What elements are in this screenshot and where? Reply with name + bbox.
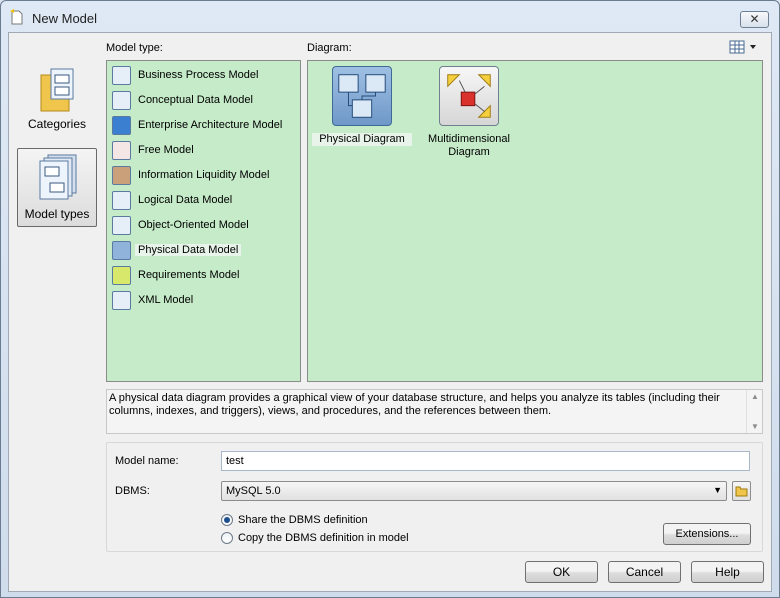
physical-diagram-icon [332,66,392,126]
title-bar[interactable]: New Model ✕ [1,1,779,31]
description-text: A physical data diagram provides a graph… [109,392,720,417]
cancel-button[interactable]: Cancel [608,561,681,583]
view-mode-icon[interactable] [729,39,763,55]
object-oriented-icon [112,216,131,235]
model-type-physical-data[interactable]: Physical Data Model [112,239,297,261]
radio-share-dbms-label: Share the DBMS definition [238,514,368,526]
new-document-icon [10,9,23,25]
diagram-list[interactable]: Physical Diagram Multidimensional Diagra… [307,60,763,382]
diagram-multidimensional[interactable]: Multidimensional Diagram [419,66,519,161]
xml-model-icon [112,291,131,310]
description-scrollbar[interactable]: ▲ ▼ [746,390,762,433]
radio-copy-dbms-label: Copy the DBMS definition in model [238,532,409,544]
model-name-label: Model name: [115,455,179,467]
categories-label: Categories [27,117,87,131]
diagram-physical[interactable]: Physical Diagram [312,66,412,146]
model-type-enterprise-architecture[interactable]: Enterprise Architecture Model [112,114,297,136]
model-type-conceptual-data[interactable]: Conceptual Data Model [112,89,297,111]
description-box: A physical data diagram provides a graph… [106,389,763,434]
physical-data-icon [112,241,131,260]
dialog-body: Categories Model types Model type: Diagr… [8,32,772,592]
dbms-select[interactable]: MySQL 5.0 ▼ [221,481,727,501]
physical-diagram-label: Physical Diagram [312,133,412,146]
dbms-browse-button[interactable] [732,481,751,501]
folder-icon [735,486,748,497]
conceptual-data-icon [112,91,131,110]
radio-copy-dbms-button[interactable] [221,532,233,544]
extensions-button[interactable]: Extensions... [663,523,751,545]
requirements-icon [112,266,131,285]
nav-model-types[interactable]: Model types [17,148,97,227]
model-type-list[interactable]: Business Process Model Conceptual Data M… [106,60,301,382]
free-model-icon [112,141,131,160]
scroll-up-icon[interactable]: ▲ [751,392,759,401]
model-type-xml[interactable]: XML Model [112,289,297,311]
model-type-free[interactable]: Free Model [112,139,297,161]
dbms-selected-value: MySQL 5.0 [226,485,281,497]
model-types-label: Model types [24,207,90,221]
model-type-business-process[interactable]: Business Process Model [112,64,297,86]
ok-button[interactable]: OK [525,561,598,583]
radio-share-dbms-button[interactable] [221,514,233,526]
multidimensional-diagram-label: Multidimensional Diagram [428,133,510,158]
dbms-label: DBMS: [115,485,150,497]
nav-categories[interactable]: Categories [17,63,97,137]
window-title: New Model [32,11,98,26]
model-type-object-oriented[interactable]: Object-Oriented Model [112,214,297,236]
close-button[interactable]: ✕ [740,11,769,28]
model-name-input[interactable] [221,451,750,471]
information-liquidity-icon [112,166,131,185]
model-type-heading: Model type: [106,42,163,54]
diagram-heading: Diagram: [307,42,352,54]
chevron-down-icon: ▼ [713,485,722,495]
logical-data-icon [112,191,131,210]
help-button[interactable]: Help [691,561,764,583]
new-model-dialog: New Model ✕ Categories Model types Model… [0,0,780,598]
business-process-icon [112,66,131,85]
model-type-information-liquidity[interactable]: Information Liquidity Model [112,164,297,186]
model-types-icon [39,154,77,200]
model-settings-group: Model name: DBMS: MySQL 5.0 ▼ Share the … [106,442,763,552]
enterprise-architecture-icon [112,116,131,135]
scroll-down-icon[interactable]: ▼ [751,422,759,431]
categories-icon [40,68,74,112]
model-type-logical-data[interactable]: Logical Data Model [112,189,297,211]
multidimensional-diagram-icon [439,66,499,126]
model-type-requirements[interactable]: Requirements Model [112,264,297,286]
